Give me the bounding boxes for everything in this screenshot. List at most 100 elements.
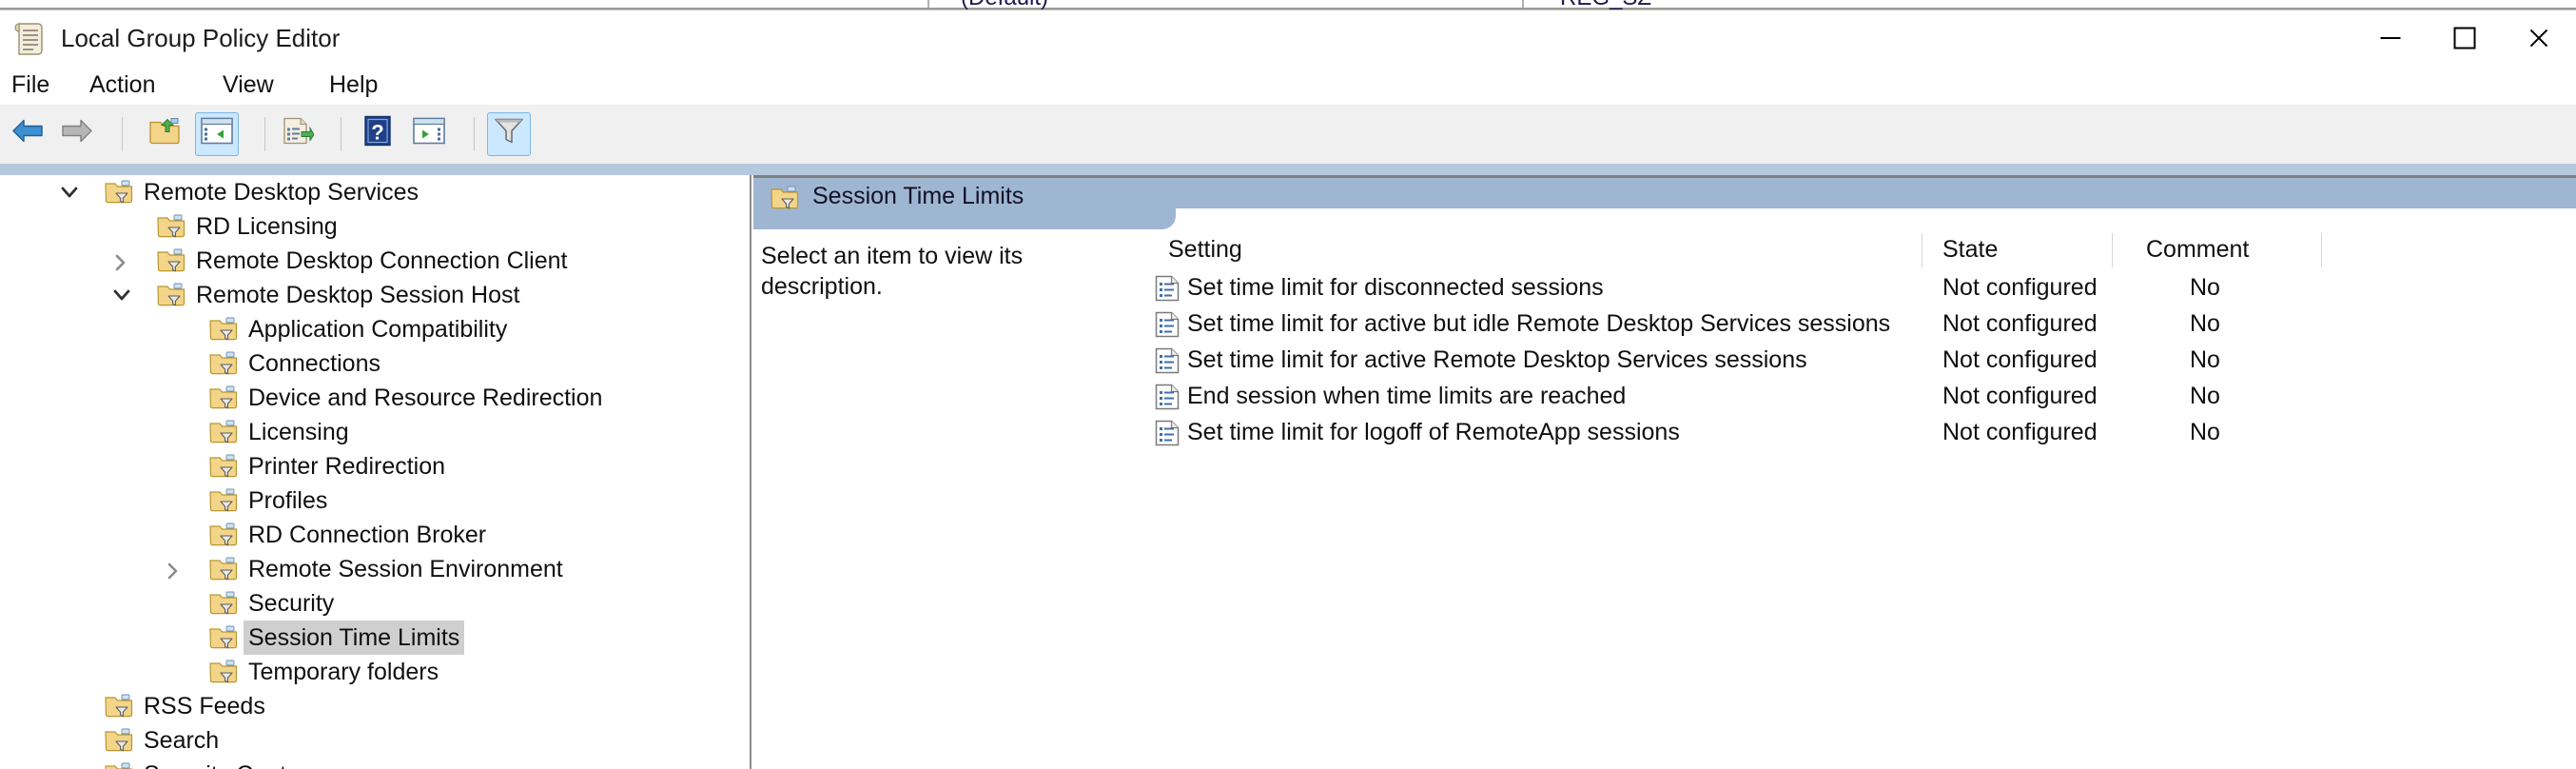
svg-text:?: ? — [371, 121, 383, 145]
column-header-setting[interactable]: Setting — [1168, 229, 1242, 269]
tree-item-security[interactable]: Security — [0, 586, 712, 621]
funnel-filter-icon — [494, 117, 524, 152]
show-console-tree-button[interactable] — [195, 112, 239, 156]
policy-folder-icon — [209, 420, 238, 444]
tree-item-label: Remote Desktop Session Host — [196, 282, 520, 308]
pane-tab-title: Session Time Limits — [812, 183, 1025, 209]
background-value-name: (Default) — [961, 0, 1048, 10]
tree-item-session-time-limits[interactable]: Session Time Limits — [0, 621, 712, 655]
properties-pane-icon — [413, 117, 445, 151]
tree-item-rss-feeds[interactable]: RSS Feeds — [0, 689, 712, 723]
toolbar-separator — [341, 117, 342, 151]
tree-item-search[interactable]: Search — [0, 723, 712, 758]
settings-row[interactable]: Set time limit for logoff of RemoteApp s… — [1151, 414, 2576, 450]
minimize-button[interactable] — [2353, 10, 2428, 66]
tree-item-label: Printer Redirection — [248, 453, 446, 480]
policy-setting-icon — [1155, 347, 1180, 374]
menu-view[interactable]: View — [217, 65, 280, 105]
policy-folder-icon — [105, 762, 133, 769]
policy-folder-icon — [209, 454, 238, 479]
setting-name: End session when time limits are reached — [1187, 383, 1627, 409]
pane-header-bar — [753, 178, 2576, 208]
settings-list-view: Setting State Comment Set time limit for… — [1151, 229, 2576, 769]
tree-item-rd-connection-broker[interactable]: RD Connection Broker — [0, 518, 712, 552]
tree-item-label: Temporary folders — [248, 659, 439, 685]
tree-item-label: Remote Desktop Connection Client — [196, 247, 568, 274]
properties-button[interactable] — [407, 112, 451, 156]
maximize-icon — [2453, 27, 2476, 49]
forward-button[interactable] — [55, 112, 99, 156]
policy-folder-icon — [209, 523, 238, 547]
help-button[interactable]: ? — [356, 112, 400, 156]
chevron-down-icon[interactable] — [55, 175, 84, 209]
export-list-button[interactable] — [276, 112, 320, 156]
pane-header-tab — [753, 208, 1176, 229]
policy-folder-icon — [157, 248, 185, 273]
tree-item-label: Application Compatibility — [248, 316, 508, 343]
toolbar: ? — [0, 105, 2576, 165]
console-tree-icon — [201, 117, 233, 151]
chevron-down-icon[interactable] — [107, 278, 136, 312]
column-header-state[interactable]: State — [1942, 229, 1998, 269]
policy-folder-icon — [209, 660, 238, 684]
policy-setting-icon — [1155, 384, 1180, 410]
tree-item-remote-desktop-connection-client[interactable]: Remote Desktop Connection Client — [0, 244, 712, 278]
tree-item-remote-desktop-session-host[interactable]: Remote Desktop Session Host — [0, 278, 712, 312]
menu-file[interactable]: File — [6, 65, 55, 105]
close-button[interactable] — [2502, 10, 2576, 66]
setting-state: Not configured — [1942, 419, 2098, 445]
settings-row[interactable]: Set time limit for disconnected sessions… — [1151, 269, 2576, 306]
tree-item-label: RSS Feeds — [144, 693, 265, 720]
export-list-icon — [282, 117, 315, 152]
menu-help[interactable]: Help — [323, 65, 383, 105]
back-button[interactable] — [6, 112, 49, 156]
arrow-right-icon — [60, 118, 94, 151]
policy-folder-icon — [105, 728, 133, 753]
policy-folder-icon — [209, 385, 238, 410]
tree-item-remote-desktop-services[interactable]: Remote Desktop Services — [0, 175, 712, 209]
tree-item-application-compatibility[interactable]: Application Compatibility — [0, 312, 712, 346]
window-controls — [2353, 10, 2576, 66]
tree-item-remote-session-environment[interactable]: Remote Session Environment — [0, 552, 712, 586]
tree-item-label: Remote Desktop Services — [144, 179, 420, 206]
question-mark-icon: ? — [364, 115, 391, 153]
maximize-button[interactable] — [2428, 10, 2502, 66]
tree-item-security-center[interactable]: Security Center — [0, 758, 712, 769]
background-value-type: REG_SZ — [1560, 0, 1651, 10]
description-text: Select an item to view its description. — [761, 243, 1024, 300]
policy-scroll-icon — [13, 21, 46, 55]
policy-folder-icon — [209, 625, 238, 650]
tree-item-printer-redirection[interactable]: Printer Redirection — [0, 449, 712, 483]
toolbar-separator — [264, 117, 265, 151]
setting-comment: No — [2190, 310, 2220, 337]
background-window-sliver: (Default) REG_SZ — [0, 0, 2576, 10]
tree-item-temporary-folders[interactable]: Temporary folders — [0, 655, 712, 689]
up-one-level-button[interactable] — [143, 112, 186, 156]
tree-item-label: Connections — [248, 350, 381, 377]
column-header-comment[interactable]: Comment — [2146, 229, 2249, 269]
tree-item-device-and-resource-redirection[interactable]: Device and Resource Redirection — [0, 381, 712, 415]
tree-item-connections[interactable]: Connections — [0, 346, 712, 381]
tree-item-label: Remote Session Environment — [248, 556, 563, 582]
settings-rows: Set time limit for disconnected sessions… — [1151, 269, 2576, 450]
arrow-left-icon — [10, 118, 45, 151]
tree-item-rd-licensing[interactable]: RD Licensing — [0, 209, 712, 244]
settings-row[interactable]: Set time limit for active but idle Remot… — [1151, 306, 2576, 342]
column-separator[interactable] — [2321, 233, 2322, 267]
tree-item-licensing[interactable]: Licensing — [0, 415, 712, 449]
policy-folder-icon — [157, 214, 185, 239]
tree-item-label: Security Center — [139, 758, 312, 769]
tree-item-profiles[interactable]: Profiles — [0, 483, 712, 518]
column-separator[interactable] — [2112, 233, 2113, 267]
policy-setting-icon — [1155, 420, 1180, 446]
chevron-right-icon[interactable] — [107, 244, 136, 278]
toolbar-separator — [122, 117, 123, 151]
filter-button[interactable] — [487, 112, 531, 156]
settings-row[interactable]: Set time limit for active Remote Desktop… — [1151, 342, 2576, 378]
setting-comment: No — [2190, 383, 2220, 409]
chevron-right-icon[interactable] — [160, 552, 188, 586]
settings-row[interactable]: End session when time limits are reached… — [1151, 378, 2576, 414]
menu-action[interactable]: Action — [84, 65, 161, 105]
policy-folder-icon — [105, 694, 133, 719]
tree-item-label: Licensing — [248, 419, 349, 445]
